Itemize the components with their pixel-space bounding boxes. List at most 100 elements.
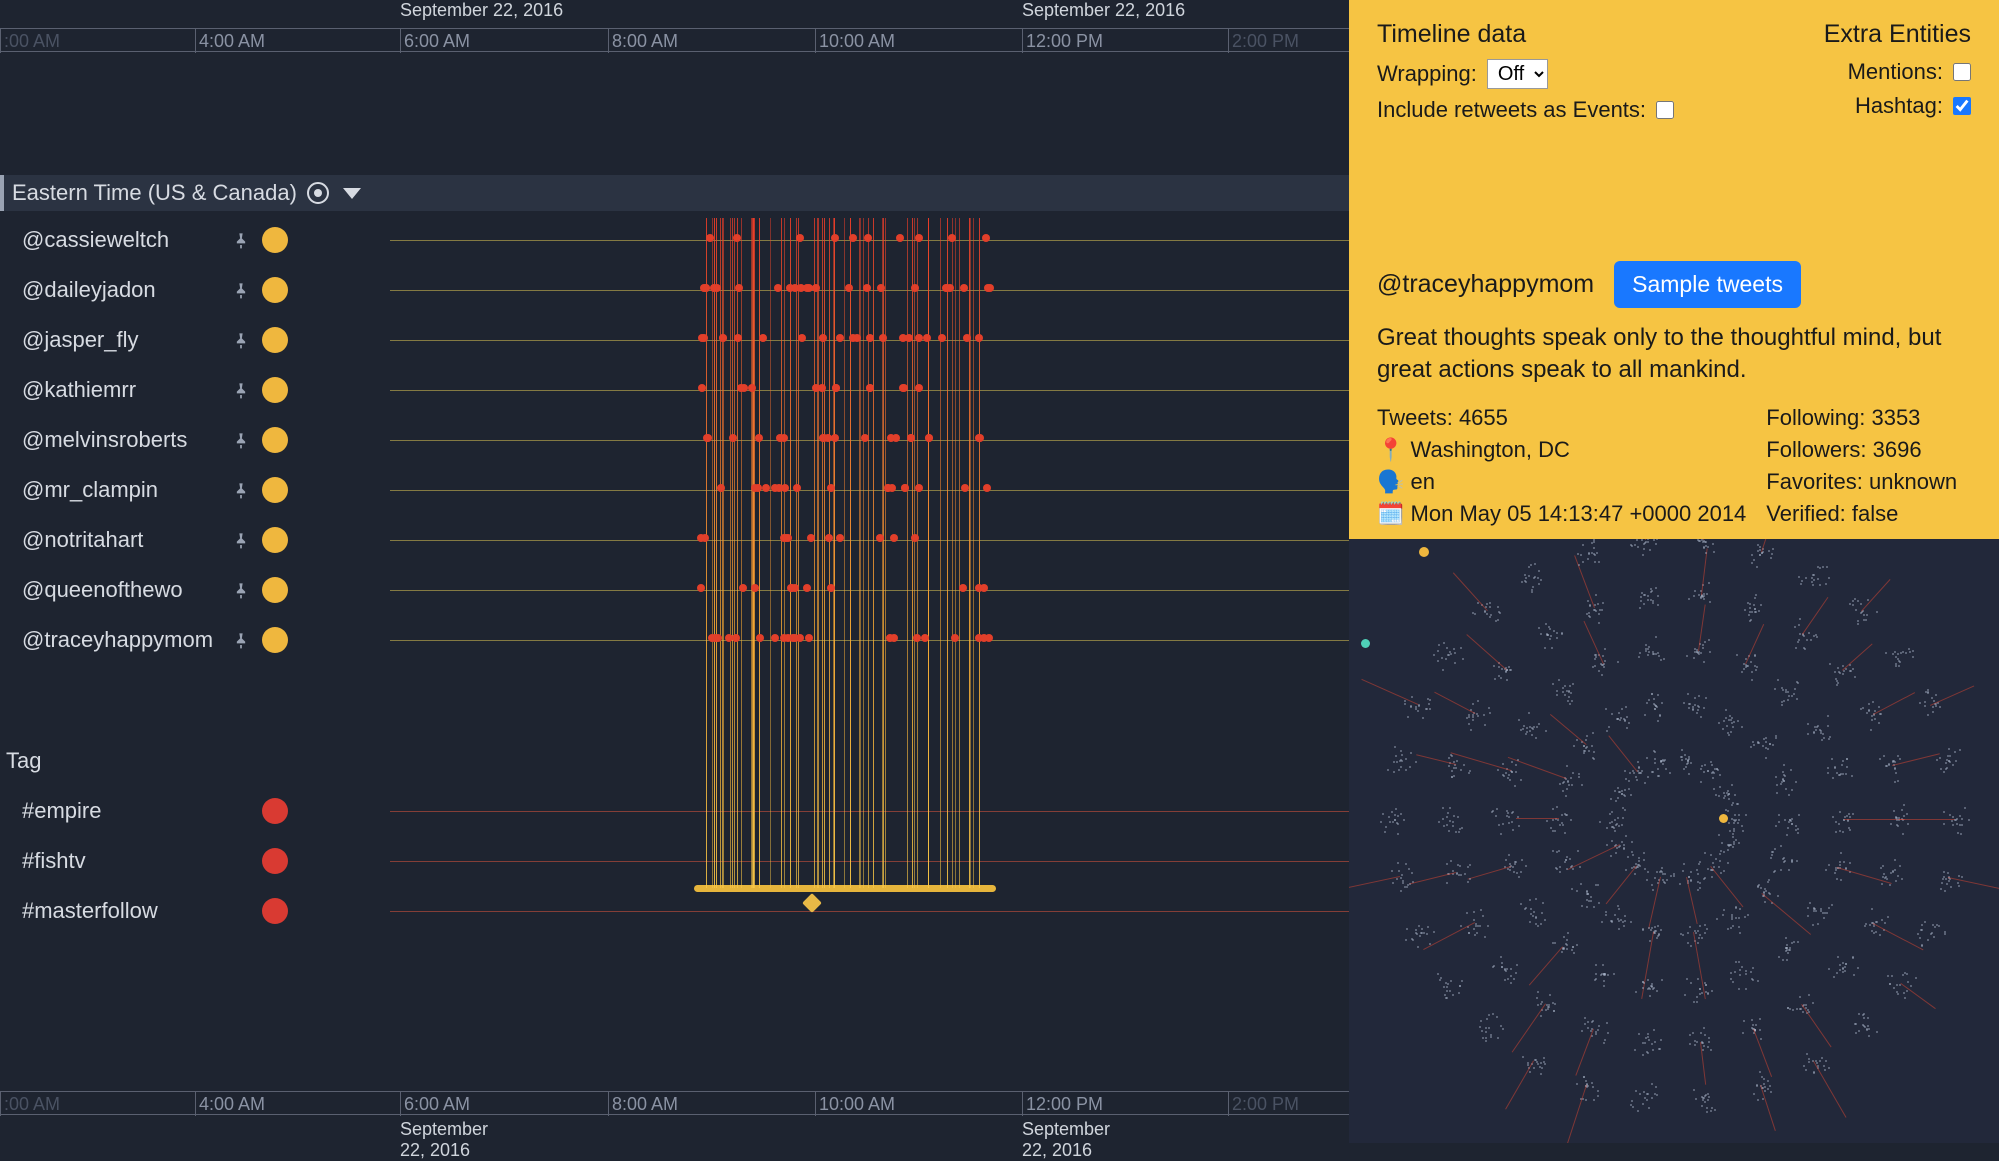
stat-location: 📍 Washington, DC [1377, 437, 1746, 463]
pin-icon[interactable] [230, 279, 252, 301]
tag-bullet[interactable] [262, 898, 288, 924]
tick-label: 4:00 AM [199, 1094, 265, 1115]
user-track [390, 540, 1349, 541]
tick-label: 12:00 PM [1026, 31, 1103, 52]
sample-tweets-button[interactable]: Sample tweets [1614, 261, 1801, 308]
user-row[interactable]: @mr_clampin [0, 465, 1349, 515]
user-handle: @melvinsroberts [0, 427, 230, 453]
target-icon[interactable] [307, 182, 329, 204]
tag-row[interactable]: #masterfollow [0, 886, 1349, 936]
user-track [390, 490, 1349, 491]
user-handle: @notritahart [0, 527, 230, 553]
user-row[interactable]: @kathiemrr [0, 365, 1349, 415]
timeline-data-heading: Timeline data [1377, 20, 1674, 49]
axis-date-right: September 22, 2016 [1022, 0, 1185, 21]
user-row[interactable]: @melvinsroberts [0, 415, 1349, 465]
user-handle: @mr_clampin [0, 477, 230, 503]
user-row[interactable]: @queenofthewo [0, 565, 1349, 615]
pin-icon[interactable] [230, 529, 252, 551]
user-handle: @kathiemrr [0, 377, 230, 403]
timezone-row[interactable]: Eastern Time (US & Canada) [0, 175, 1349, 211]
user-handle: @daileyjadon [0, 277, 230, 303]
user-bullet[interactable] [262, 277, 288, 303]
user-track [390, 340, 1349, 341]
tag-bullet[interactable] [262, 798, 288, 824]
user-bullet[interactable] [262, 577, 288, 603]
tick-label: 8:00 AM [612, 31, 678, 52]
tick-label: 2:00 PM [1232, 1094, 1299, 1115]
tag-row[interactable]: #fishtv [0, 836, 1349, 886]
user-bullet[interactable] [262, 327, 288, 353]
user-row[interactable]: @jasper_fly [0, 315, 1349, 365]
stat-tweets: Tweets: 4655 [1377, 405, 1746, 431]
user-handle: @jasper_fly [0, 327, 230, 353]
stat-verified: Verified: false [1766, 501, 1971, 527]
tag-track [390, 911, 1349, 912]
user-bullet[interactable] [262, 477, 288, 503]
tick-label: 6:00 AM [404, 31, 470, 52]
stat-followers: Followers: 3696 [1766, 437, 1971, 463]
user-rows: @cassieweltch @daileyjadon @jasper_fly @kat… [0, 215, 1349, 665]
pin-icon[interactable] [230, 379, 252, 401]
user-track [390, 440, 1349, 441]
wrapping-label: Wrapping: [1377, 61, 1477, 87]
user-row[interactable]: @daileyjadon [0, 265, 1349, 315]
hashtag-label: Hashtag: [1855, 93, 1943, 119]
pin-icon[interactable] [230, 429, 252, 451]
wrapping-select[interactable]: OffOn [1487, 59, 1548, 89]
stat-favorites: Favorites: unknown [1766, 469, 1971, 495]
user-bullet[interactable] [262, 427, 288, 453]
network-graph-thumbnail[interactable] [1349, 539, 1999, 1143]
timeline-pane[interactable]: September 22, 2016 September 22, 2016 :0… [0, 0, 1349, 1143]
tick-label: 12:00 PM [1026, 1094, 1103, 1115]
tag-track [390, 811, 1349, 812]
user-bullet[interactable] [262, 527, 288, 553]
stat-created: 🗓️ Mon May 05 14:13:47 +0000 2014 [1377, 501, 1746, 527]
tick-label: 10:00 AM [819, 31, 895, 52]
user-row[interactable]: @cassieweltch [0, 215, 1349, 265]
chevron-down-icon[interactable] [343, 188, 361, 199]
user-row[interactable]: @traceyhappymom [0, 615, 1349, 665]
tag-name: #fishtv [0, 848, 230, 874]
tick-label: 8:00 AM [612, 1094, 678, 1115]
timezone-label: Eastern Time (US & Canada) [12, 180, 297, 206]
tag-rows: #empire #fishtv #masterfollow [0, 786, 1349, 936]
pin-icon[interactable] [230, 329, 252, 351]
user-track [390, 290, 1349, 291]
tag-bullet[interactable] [262, 848, 288, 874]
user-row[interactable]: @notritahart [0, 515, 1349, 565]
axis-date-left: September 22, 2016 [400, 0, 563, 21]
user-track [390, 590, 1349, 591]
pin-icon[interactable] [230, 629, 252, 651]
user-bullet[interactable] [262, 227, 288, 253]
tick-label: :00 AM [4, 1094, 60, 1115]
pin-icon[interactable] [230, 229, 252, 251]
user-track [390, 640, 1349, 641]
retweets-checkbox[interactable] [1656, 101, 1674, 119]
mentions-label: Mentions: [1848, 59, 1943, 85]
user-bullet[interactable] [262, 377, 288, 403]
axis-date-left-bottom: September 22, 2016 [400, 1119, 488, 1161]
hashtag-checkbox[interactable] [1953, 97, 1971, 115]
mentions-checkbox[interactable] [1953, 63, 1971, 81]
tag-section-header: Tag [6, 748, 41, 774]
axis-top: September 22, 2016 September 22, 2016 :0… [0, 0, 1349, 60]
tick-label: 4:00 AM [199, 31, 265, 52]
user-track [390, 240, 1349, 241]
axis-date-right-bottom: September 22, 2016 [1022, 1119, 1110, 1161]
extra-entities-heading: Extra Entities [1824, 20, 1971, 49]
user-bullet[interactable] [262, 627, 288, 653]
tag-name: #masterfollow [0, 898, 230, 924]
axis-bottom: :00 AM4:00 AM6:00 AM8:00 AM10:00 AM12:00… [0, 1083, 1349, 1143]
profile-handle: @traceyhappymom [1377, 270, 1594, 299]
pin-icon[interactable] [230, 579, 252, 601]
tick-label: 2:00 PM [1232, 31, 1299, 52]
tag-name: #empire [0, 798, 230, 824]
profile-panel: @traceyhappymom Sample tweets Great thou… [1377, 261, 1971, 539]
tag-row[interactable]: #empire [0, 786, 1349, 836]
user-handle: @traceyhappymom [0, 627, 230, 653]
user-handle: @cassieweltch [0, 227, 230, 253]
stat-following: Following: 3353 [1766, 405, 1971, 431]
pin-icon[interactable] [230, 479, 252, 501]
sidebar: Timeline data Wrapping: OffOn Include re… [1349, 0, 1999, 1143]
